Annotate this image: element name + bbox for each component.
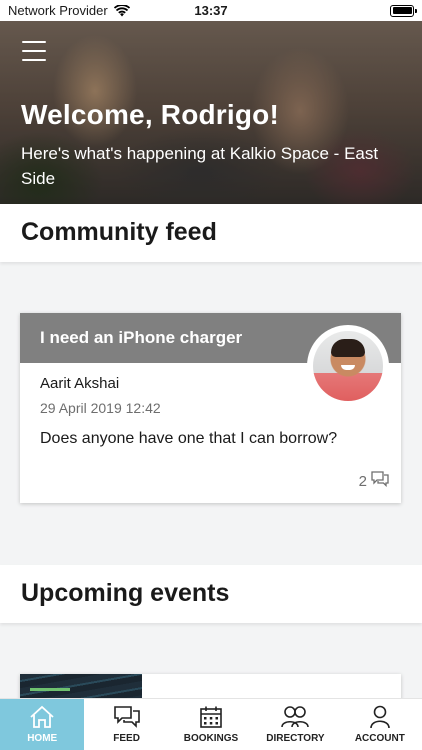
community-feed-title: Community feed [21, 218, 217, 246]
comment-count-button[interactable]: 2 [359, 471, 389, 491]
people-icon [280, 705, 310, 729]
comment-count: 2 [358, 472, 367, 490]
tab-feed[interactable]: FEED [84, 699, 168, 750]
upcoming-events-title: Upcoming events [21, 579, 230, 607]
tab-directory-label: DIRECTORY [266, 733, 325, 744]
avatar[interactable] [307, 325, 389, 407]
status-time: 13:37 [194, 3, 228, 18]
calendar-icon [199, 705, 223, 729]
status-bar: Network Provider 13:37 [0, 0, 422, 21]
hero-banner: Welcome, Rodrigo! Here's what's happenin… [0, 21, 422, 204]
chat-bubbles-icon [113, 705, 141, 729]
carrier-label: Network Provider [8, 3, 108, 18]
author-photo [313, 331, 383, 401]
welcome-title: Welcome, Rodrigo! [21, 99, 280, 130]
tab-account-label: ACCOUNT [354, 733, 405, 744]
tab-bookings-label: BOOKINGS [183, 733, 239, 744]
post-author: Aarit Akshai [40, 375, 120, 392]
tab-home[interactable]: HOME [0, 699, 85, 750]
post-message: Does anyone have one that I can borrow? [40, 430, 338, 447]
tab-account[interactable]: ACCOUNT [338, 699, 422, 750]
welcome-subtitle: Here's what's happening at Kalkio Space … [21, 144, 379, 188]
comment-icon [371, 471, 389, 491]
battery-icon [390, 4, 417, 17]
tab-bookings[interactable]: BOOKINGS [169, 699, 253, 750]
hamburger-menu-icon[interactable] [22, 41, 46, 61]
post-date: 29 April 2019 12:42 [40, 400, 161, 416]
status-left: Network Provider [8, 3, 130, 18]
tab-feed-label: FEED [113, 733, 140, 744]
wifi-icon [113, 4, 130, 17]
home-icon [29, 705, 55, 729]
feed-post-card[interactable]: I need an iPhone charger Aarit Akshai 29… [20, 313, 401, 503]
community-feed-header: Community feed [0, 204, 422, 262]
upcoming-events-header: Upcoming events [0, 565, 422, 623]
bottom-tab-bar: HOME FEED BOOKINGS DIRECTORY ACCOUNT [0, 698, 422, 750]
tab-home-label: HOME [27, 733, 58, 744]
tab-directory[interactable]: DIRECTORY [253, 699, 337, 750]
person-icon [368, 705, 392, 729]
